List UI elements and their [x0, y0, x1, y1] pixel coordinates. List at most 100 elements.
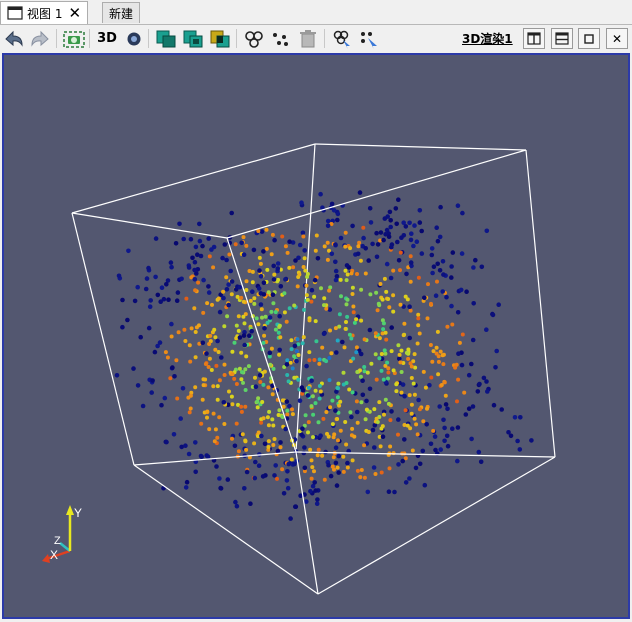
data-point: [213, 335, 218, 340]
select-points-button[interactable]: [181, 27, 205, 50]
data-point: [220, 255, 225, 261]
data-point: [314, 501, 320, 507]
interactive-select-points-button[interactable]: [357, 27, 381, 50]
data-point: [192, 277, 198, 282]
data-point: [471, 265, 476, 270]
close-tab-icon[interactable]: ✕: [68, 5, 81, 21]
data-point: [402, 437, 407, 442]
select-points-on-button[interactable]: [268, 27, 292, 50]
data-point: [164, 282, 169, 287]
data-point: [306, 385, 311, 390]
interactive-select-cells-button[interactable]: [330, 27, 354, 50]
data-point: [257, 268, 262, 273]
data-point: [289, 347, 294, 352]
data-point: [140, 403, 146, 409]
data-point: [450, 250, 456, 255]
data-point: [374, 416, 379, 421]
data-point: [284, 319, 289, 324]
data-point: [271, 443, 276, 447]
data-point: [248, 501, 253, 507]
data-point: [335, 386, 340, 390]
data-point: [255, 405, 260, 410]
select-block-button[interactable]: [242, 27, 266, 50]
data-point: [382, 412, 386, 417]
data-point: [335, 211, 341, 217]
data-point: [394, 382, 399, 387]
data-point: [460, 210, 465, 216]
data-point: [358, 258, 363, 263]
box-front-edge: [295, 451, 319, 595]
data-point: [271, 277, 277, 282]
split-horizontal-button[interactable]: [523, 28, 545, 49]
data-point: [325, 431, 329, 436]
data-point: [153, 274, 158, 280]
render-scene[interactable]: Y Z X: [4, 55, 628, 617]
data-point: [250, 280, 255, 285]
data-point: [384, 261, 390, 267]
data-point: [529, 438, 534, 443]
data-point: [214, 363, 219, 368]
maximize-button[interactable]: [578, 28, 600, 49]
data-point: [417, 208, 423, 213]
orientation-axes-button[interactable]: [122, 27, 146, 50]
data-point: [345, 272, 350, 277]
data-point: [449, 264, 454, 269]
data-point: [157, 340, 163, 345]
render-view-label[interactable]: 3D渲染1: [462, 30, 513, 47]
tab-new[interactable]: 新建: [102, 2, 141, 23]
data-point: [414, 422, 419, 427]
data-point: [333, 326, 338, 331]
data-point: [285, 469, 290, 474]
select-frustum-button[interactable]: [208, 27, 232, 50]
data-point: [372, 445, 377, 450]
data-point: [435, 329, 440, 334]
data-point: [407, 476, 412, 481]
data-point: [259, 433, 264, 439]
data-point: [241, 299, 246, 304]
data-point: [297, 272, 302, 277]
redo-camera-button[interactable]: [28, 27, 52, 50]
tab-view-1[interactable]: 视图 1 ✕: [0, 1, 89, 24]
data-point: [272, 437, 277, 441]
render-viewport[interactable]: Y Z X: [2, 53, 630, 619]
data-point: [209, 247, 214, 252]
capture-screenshot-button[interactable]: [62, 27, 86, 50]
data-point: [343, 420, 348, 424]
capture-screenshot-icon: [63, 30, 85, 48]
data-point: [368, 292, 373, 297]
undo-camera-button[interactable]: [2, 27, 26, 50]
data-point: [259, 307, 264, 312]
data-point: [518, 415, 523, 420]
data-point: [428, 343, 433, 347]
data-point: [373, 331, 378, 336]
data-point: [215, 384, 220, 389]
data-point: [135, 383, 141, 388]
data-point: [165, 355, 170, 360]
data-point: [273, 463, 279, 468]
data-point: [163, 350, 168, 355]
data-point: [429, 375, 434, 380]
data-point: [243, 438, 248, 443]
data-point: [463, 412, 469, 417]
data-point: [222, 373, 227, 377]
data-point: [332, 432, 337, 437]
data-point: [423, 385, 428, 390]
select-cells-button[interactable]: [154, 27, 178, 50]
data-point: [458, 287, 464, 293]
data-point: [307, 318, 312, 323]
data-point: [300, 230, 306, 236]
data-point: [410, 448, 415, 453]
data-point: [200, 340, 206, 346]
data-point: [237, 335, 243, 340]
data-point: [217, 378, 222, 383]
interaction-mode-3d-button[interactable]: 3D: [94, 27, 120, 50]
data-point: [396, 462, 401, 467]
clear-selection-button[interactable]: [296, 27, 320, 50]
split-vertical-button[interactable]: [551, 28, 573, 49]
data-point: [432, 434, 438, 439]
data-point: [415, 432, 420, 437]
data-point: [271, 263, 277, 269]
close-view-button[interactable]: ✕: [606, 28, 628, 49]
data-point: [294, 358, 299, 364]
data-point: [312, 294, 317, 299]
